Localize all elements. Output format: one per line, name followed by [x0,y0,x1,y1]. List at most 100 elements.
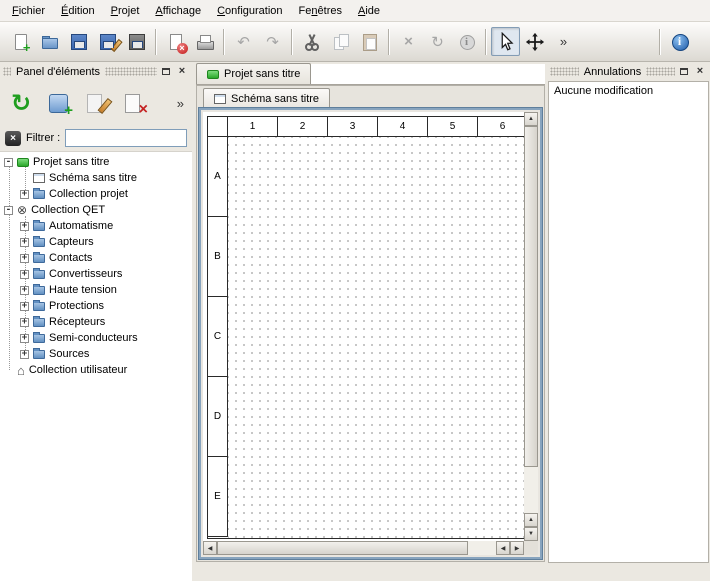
tree-item-label: Convertisseurs [49,268,122,280]
menu-affichage[interactable]: Affichage [147,3,209,19]
menu-label: rojet [118,5,139,17]
delete-button[interactable]: × [394,27,423,56]
reload-collections-button[interactable]: ↻ [4,86,38,120]
elements-toolbar-overflow-button[interactable]: » [177,96,184,111]
properties-button[interactable]: i [452,27,481,56]
folder-icon [33,286,45,295]
vertical-scrollbar[interactable]: ▲ ▲ ▼ [524,112,538,541]
schema-icon [33,173,45,183]
dock-float-button[interactable] [677,65,691,78]
horizontal-scrollbar[interactable]: ◀ ◀ ▶ [203,541,524,555]
new-document-button[interactable]: + [6,27,35,56]
tree-item-projet-sans-titre[interactable]: -Projet sans titre [0,154,192,170]
tree-item-semi-conducteurs[interactable]: +Semi-conducteurs [0,330,192,346]
collapse-expander[interactable]: - [4,158,13,167]
about-button[interactable]: i [665,27,694,56]
scroll-up-button[interactable]: ▲ [524,112,538,126]
menu-aide[interactable]: Aide [350,3,388,19]
menu-fichier[interactable]: Fichier [4,3,53,19]
tree-item-collection-projet[interactable]: +Collection projet [0,186,192,202]
print-button[interactable] [190,27,219,56]
open-project-button[interactable] [35,27,64,56]
menu-fenetres[interactable]: Fenêtres [291,3,350,19]
row-header: C [208,297,228,377]
scroll-down-button[interactable]: ▼ [524,527,538,541]
tree-item-haute-tension[interactable]: +Haute tension [0,282,192,298]
expand-expander[interactable]: + [20,318,29,327]
cut-button[interactable] [297,27,326,56]
copy-button[interactable] [326,27,355,56]
tree-item-label: Récepteurs [49,316,105,328]
save-as-button[interactable] [93,27,122,56]
undo-history-list[interactable]: Aucune modification [548,81,709,563]
tree-item-collection-utilisateur[interactable]: ⌂Collection utilisateur [0,362,192,378]
tree-item-recepteurs[interactable]: + Récepteurs [0,314,192,330]
tree-item-automatisme[interactable]: +Automatisme [0,218,192,234]
new-element-button[interactable]: + [42,86,76,120]
delete-element-button[interactable]: × [118,86,152,120]
expand-expander[interactable]: + [20,350,29,359]
expand-expander[interactable]: + [20,190,29,199]
dock-float-button[interactable] [159,65,173,78]
paste-button[interactable] [355,27,384,56]
toolbar-separator [388,29,390,55]
menu-projet[interactable]: Projet [103,3,148,19]
expand-expander[interactable]: + [20,302,29,311]
toolbar-separator [659,29,661,55]
filter-row: × Filtrer : [0,125,192,151]
collapse-expander[interactable]: - [4,206,13,215]
menu-label: ffichage [163,5,201,17]
close-document-button[interactable]: × [161,27,190,56]
expand-expander[interactable]: + [20,286,29,295]
redo-button[interactable]: ↷ [258,27,287,56]
toolbar-overflow-button[interactable]: » [549,27,578,56]
move-mode-button[interactable] [520,27,549,56]
toolbar-separator [291,29,293,55]
menu-edition[interactable]: Édition [53,3,103,19]
filter-input[interactable] [65,129,187,147]
undo-empty-text: Aucune modification [554,85,653,97]
menu-configuration[interactable]: Configuration [209,3,290,19]
expand-expander[interactable]: + [20,254,29,263]
save-all-button[interactable] [122,27,151,56]
close-badge: × [177,43,188,54]
tab-projet-sans-titre[interactable]: Projet sans titre [196,63,311,84]
new-element-icon: + [46,90,72,116]
elements-toolbar: ↻ + × » [0,81,192,125]
tree-item-contacts[interactable]: +Contacts [0,250,192,266]
select-mode-button[interactable] [491,27,520,56]
expand-expander[interactable]: + [20,270,29,279]
vertical-scroll-track[interactable] [524,126,538,513]
horizontal-scroll-thumb[interactable] [217,541,468,555]
tree-item-protections[interactable]: +Protections [0,298,192,314]
horizontal-scroll-track[interactable] [217,541,496,555]
tree-item-capteurs[interactable]: +Capteurs [0,234,192,250]
elements-panel-titlebar[interactable]: Panel d'éléments × [3,64,189,79]
tree-item-sources[interactable]: +Sources [0,346,192,362]
undo-icon: ↶ [234,32,254,52]
tree-item-convertisseurs[interactable]: + Convertisseurs [0,266,192,282]
scroll-up-button-2[interactable]: ▲ [524,513,538,527]
expand-expander[interactable]: + [20,334,29,343]
column-header: 6 [478,117,524,137]
expand-expander[interactable]: + [20,238,29,247]
dock-close-button[interactable]: × [175,65,189,78]
edit-element-button[interactable] [80,86,114,120]
scroll-left-button[interactable]: ◀ [203,541,217,555]
undo-panel-titlebar[interactable]: Annulations × [550,64,707,79]
dock-close-button[interactable]: × [693,65,707,78]
column-headers: 1 2 3 4 5 6 [228,117,524,137]
vertical-scroll-thumb[interactable] [524,126,538,467]
scroll-right-button[interactable]: ▶ [510,541,524,555]
tree-item-schema-sans-titre[interactable]: Schéma sans titre [0,170,192,186]
scroll-left-button-2[interactable]: ◀ [496,541,510,555]
undo-button[interactable]: ↶ [229,27,258,56]
save-button[interactable] [64,27,93,56]
expand-expander[interactable]: + [20,222,29,231]
column-header: 1 [228,117,278,137]
tab-schema-sans-titre[interactable]: Schéma sans titre [203,88,330,108]
rotate-button[interactable]: ↻ [423,27,452,56]
diagram-canvas[interactable]: 1 2 3 4 5 6 A B C D E [203,112,524,541]
clear-filter-icon[interactable]: × [5,131,21,146]
tree-item-collection-qet[interactable]: -⊗Collection QET [0,202,192,218]
